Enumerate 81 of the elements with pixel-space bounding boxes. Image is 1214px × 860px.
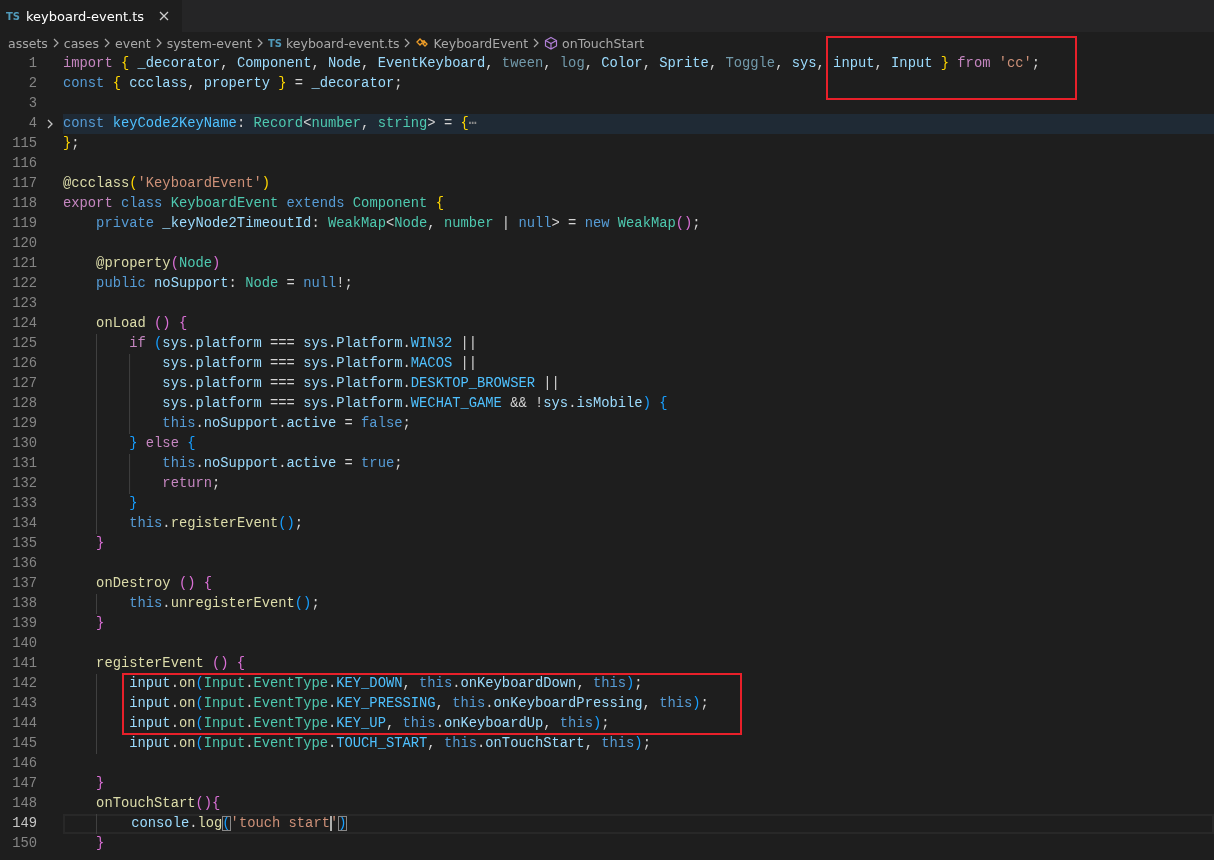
code-line: };	[63, 135, 81, 153]
line-number: 130	[11, 435, 37, 453]
line-number: 116	[11, 155, 37, 173]
line-number: 132	[11, 475, 37, 493]
line-number: 149	[11, 815, 37, 833]
breadcrumb-item[interactable]: keyboard-event.ts	[286, 35, 400, 51]
line-number: 146	[11, 755, 37, 773]
breadcrumb-item[interactable]: KeyboardEvent	[433, 35, 529, 51]
line-number: 127	[11, 375, 37, 393]
code-line: @property(Node)	[95, 255, 222, 273]
line-number: 135	[11, 535, 37, 553]
code-line: export class KeyboardEvent extends Component {	[63, 195, 445, 213]
line-number: 147	[11, 775, 37, 793]
cube-icon	[544, 36, 559, 50]
line-number: 143	[11, 695, 37, 713]
code-line: }	[95, 835, 106, 853]
code-line: return;	[63, 474, 1214, 494]
line-number: 117	[11, 175, 37, 193]
line-number: 4	[27, 115, 37, 133]
breadcrumb-item[interactable]: cases	[63, 35, 100, 51]
code-line: this.noSupport.active = false;	[63, 414, 1214, 434]
line-number: 145	[11, 735, 37, 753]
line-number: 141	[11, 655, 37, 673]
breadcrumb-item[interactable]: onTouchStart	[562, 35, 645, 51]
code-line: onLoad () {	[95, 315, 189, 333]
line-number: 150	[11, 835, 37, 853]
code-line: } else {	[63, 434, 1214, 454]
code-line: private _keyNode2TimeoutId: WeakMap<Node, number | null> = new WeakMap();	[95, 215, 702, 233]
breadcrumb-item[interactable]: system-event	[166, 35, 252, 51]
code-line: onDestroy () {	[95, 575, 214, 593]
breadcrumb-item[interactable]: assets	[8, 35, 48, 51]
code-line: public noSupport: Node = null!;	[95, 275, 354, 293]
line-number: 118	[11, 195, 37, 213]
line-number: 120	[11, 235, 37, 253]
line-number: 148	[11, 795, 37, 813]
line-number: 122	[11, 275, 37, 293]
code-line: }	[95, 775, 106, 793]
code-line: if (sys.platform === sys.Platform.WIN32 ||	[63, 334, 1214, 354]
line-number: 124	[11, 315, 37, 333]
code-line: sys.platform === sys.Platform.MACOS ||	[63, 354, 1214, 374]
line-number: 139	[11, 615, 37, 633]
code-line: }	[95, 535, 106, 553]
line-number: 115	[11, 135, 37, 153]
line-number: 2	[27, 75, 37, 93]
code-line: }	[95, 615, 106, 633]
line-number: 123	[11, 295, 37, 313]
line-number: 133	[11, 495, 37, 513]
code-line: sys.platform === sys.Platform.WECHAT_GAME && !sys.isMobile) {	[63, 394, 1214, 414]
code-line: registerEvent () {	[95, 655, 247, 673]
line-number: 129	[11, 415, 37, 433]
code-line: }	[63, 494, 1214, 514]
code-line: input.on(Input.EventType.KEY_DOWN, this.onKeyboardDown, this);	[63, 674, 1214, 694]
line-number: 142	[11, 675, 37, 693]
code-line: this.noSupport.active = true;	[63, 454, 1214, 474]
code-line: this.unregisterEvent();	[63, 594, 1214, 614]
line-number: 126	[11, 355, 37, 373]
line-number: 1	[27, 55, 37, 73]
line-number: 137	[11, 575, 37, 593]
code-line: input.on(Input.EventType.TOUCH_START, this.onTouchStart, this);	[63, 734, 1214, 754]
line-number: 144	[11, 715, 37, 733]
code-line: onTouchStart(){	[95, 795, 222, 813]
file-tab[interactable]: TS keyboard-event.ts	[0, 0, 183, 32]
code-line: input.on(Input.EventType.KEY_PRESSING, this.onKeyboardPressing, this);	[63, 694, 1214, 714]
typescript-icon: TS	[267, 37, 282, 49]
line-number: 128	[11, 395, 37, 413]
line-number: 136	[11, 555, 37, 573]
code-line: input.on(Input.EventType.KEY_UP, this.onKeyboardUp, this);	[63, 714, 1214, 734]
line-number: 3	[27, 95, 37, 113]
breadcrumb-item[interactable]: event	[115, 35, 151, 51]
code-line: import { _decorator, Component, Node, EventKeyboard, tween, log, Color, Sprite, Toggle, sys, input, Input } from 'cc';	[63, 55, 1042, 73]
line-number: 134	[11, 515, 37, 533]
line-number: 138	[11, 595, 37, 613]
code-line: const { ccclass, property } = _decorator;	[63, 75, 404, 93]
code-line: @ccclass('KeyboardEvent')	[63, 175, 271, 193]
line-number: 119	[11, 215, 37, 233]
code-line: sys.platform === sys.Platform.DESKTOP_BROWSER ||	[63, 374, 1214, 394]
line-number: 131	[11, 455, 37, 473]
line-number: 121	[11, 255, 37, 273]
line-number: 125	[11, 335, 37, 353]
code-line: this.registerEvent();	[63, 514, 1214, 534]
line-number: 140	[11, 635, 37, 653]
